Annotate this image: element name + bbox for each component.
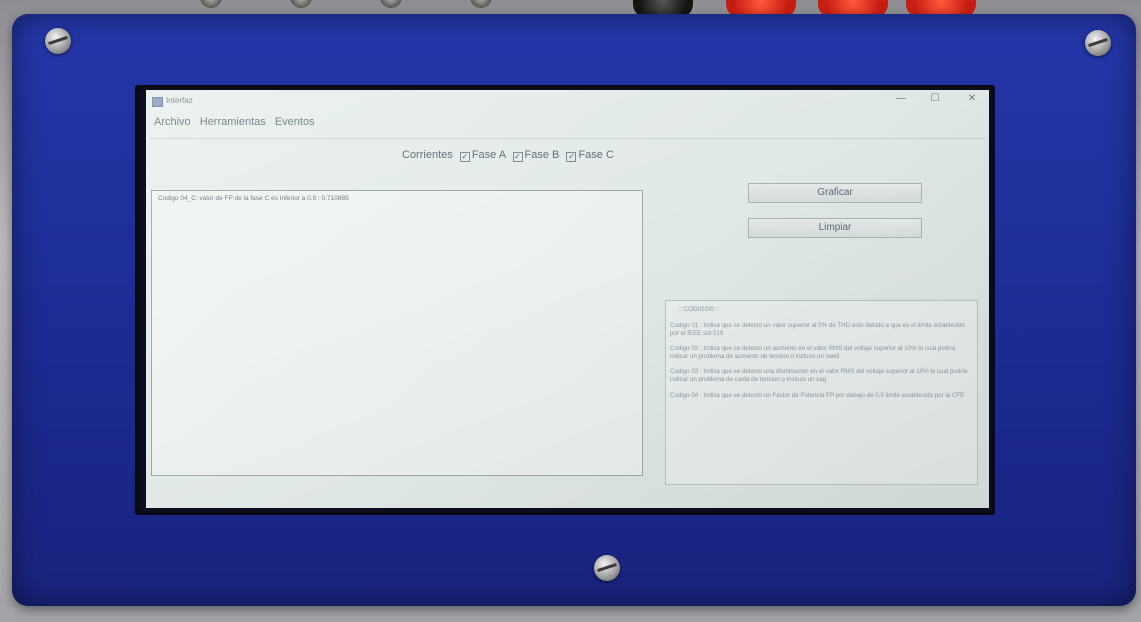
menu-divider [150, 138, 985, 139]
menu-herramientas[interactable]: Herramientas [200, 116, 266, 128]
window-title: Interfaz [166, 96, 193, 105]
checkbox-fase-c[interactable]: ✓ [566, 152, 577, 162]
codes-panel[interactable]: :::CODIGOS::: Codigo 01 : Indica que se … [665, 300, 978, 485]
terminal-knob-1 [200, 0, 222, 8]
code-description-03: Codigo 03 : Indica que se detecto una di… [670, 368, 968, 383]
minimize-button[interactable]: — [891, 93, 911, 104]
limpiar-button[interactable]: Limpiar [748, 218, 922, 238]
graficar-button[interactable]: Graficar [748, 183, 922, 203]
app-icon [152, 97, 163, 107]
menu-eventos[interactable]: Eventos [275, 116, 315, 128]
code-description-04: Codigo 04 : Indica que se detecto un Fac… [670, 391, 965, 399]
screw-icon [45, 28, 71, 54]
terminal-knob-3 [380, 0, 402, 8]
maximize-button[interactable]: ☐ [925, 93, 945, 104]
screw-icon [594, 555, 620, 581]
terminal-knob-4 [470, 0, 492, 8]
codes-title: :::CODIGOS::: [678, 306, 720, 313]
screw-icon [1085, 30, 1111, 56]
codes-text: Codigo 01 : Indica que se detecto un val… [670, 322, 974, 407]
checkbox-fase-b[interactable]: ✓ [512, 152, 523, 162]
event-log-list[interactable]: Codigo 04_C: valor de FP de la fase C es… [151, 190, 643, 476]
app-window: Interfaz — ☐ ✕ Archivo Herramientas Even… [146, 90, 989, 508]
close-button[interactable]: ✕ [962, 93, 982, 104]
checkbox-label-fase-a[interactable]: Fase A [472, 149, 506, 161]
corrientes-label: Corrientes [402, 149, 453, 161]
menu-bar: Archivo Herramientas Eventos [154, 116, 321, 128]
code-description-01: Codigo 01 : Indica que se detecto un val… [670, 322, 966, 337]
terminal-knob-2 [290, 0, 312, 8]
checkbox-label-fase-c[interactable]: Fase C [578, 149, 613, 161]
checkbox-fase-a[interactable]: ✓ [459, 152, 470, 162]
checkbox-label-fase-b[interactable]: Fase B [525, 149, 560, 161]
log-entry[interactable]: Codigo 04_C: valor de FP de la fase C es… [158, 195, 349, 202]
code-description-02: Codigo 02 : Indica que se detecto un aum… [670, 345, 956, 360]
menu-archivo[interactable]: Archivo [154, 116, 191, 128]
phase-filter-row: Corrientes ✓ Fase A ✓ Fase B ✓ Fase C [402, 149, 614, 162]
title-bar: Interfaz — ☐ ✕ [146, 90, 989, 112]
